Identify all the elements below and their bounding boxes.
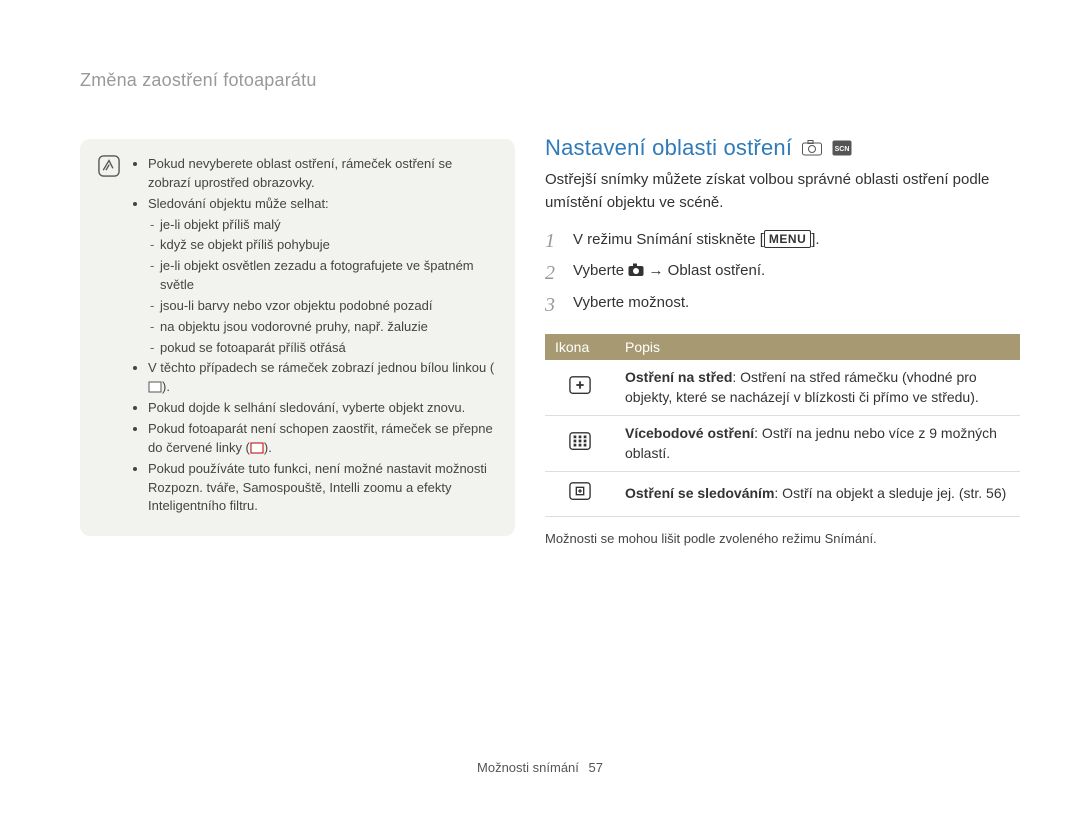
step-2: 2 Vyberte → Oblast ostření.	[545, 262, 1020, 284]
section-heading: Nastavení oblasti ostření	[545, 135, 792, 161]
note-subitem: je-li objekt osvětlen zezadu a fotografu…	[160, 257, 497, 295]
note-subitem: když se objekt příliš pohybuje	[160, 236, 497, 255]
row-title: Vícebodové ostření	[625, 425, 754, 441]
footer-section: Možnosti snímání	[477, 760, 579, 775]
table-row: Ostření na střed: Ostření na střed rámeč…	[545, 360, 1020, 416]
step-1: 1 V režimu Snímání stiskněte [MENU].	[545, 230, 1020, 252]
svg-text:SCN: SCN	[835, 146, 850, 153]
step-3: 3 Vyberte možnost.	[545, 294, 1020, 316]
center-focus-icon	[545, 360, 615, 416]
row-title: Ostření na střed	[625, 369, 732, 385]
row-title: Ostření se sledováním	[625, 485, 774, 501]
frame-white-icon	[148, 381, 162, 393]
page-footer: Možnosti snímání 57	[0, 760, 1080, 775]
note-subitem: jsou-li barvy nebo vzor objektu podobné …	[160, 297, 497, 316]
breadcrumb: Změna zaostření fotoaparátu	[80, 70, 1020, 91]
table-row: Vícebodové ostření: Ostří na jednu nebo …	[545, 416, 1020, 472]
note-item: Pokud fotoaparát není schopen zaostřit, …	[148, 420, 497, 458]
page-number: 57	[589, 760, 603, 775]
note-subitem: pokud se fotoaparát příliš otřásá	[160, 339, 497, 358]
mode-scene-icon: SCN	[832, 140, 852, 156]
notes-body: Pokud nevyberete oblast ostření, rámeček…	[132, 153, 497, 518]
note-item: Pokud nevyberete oblast ostření, rámeček…	[148, 155, 497, 193]
multi-focus-icon	[545, 416, 615, 472]
note-item: Pokud používáte tuto funkci, není možné …	[148, 460, 497, 517]
table-header-icon: Ikona	[545, 334, 615, 360]
table-header-desc: Popis	[615, 334, 1020, 360]
note-subitem: na objektu jsou vodorovné pruhy, např. ž…	[160, 318, 497, 337]
table-row: Ostření se sledováním: Ostří na objekt a…	[545, 472, 1020, 517]
note-subitem: je-li objekt příliš malý	[160, 216, 497, 235]
note-item: V těchto případech se rámeček zobrazí je…	[148, 359, 497, 397]
notes-panel: Pokud nevyberete oblast ostření, rámeček…	[80, 139, 515, 546]
frame-red-icon	[250, 442, 264, 454]
camera-icon	[628, 263, 644, 277]
section-intro: Ostřejší snímky můžete získat volbou spr…	[545, 169, 1020, 214]
tracking-focus-icon	[545, 472, 615, 517]
step-number: 1	[545, 230, 559, 252]
steps-list: 1 V režimu Snímání stiskněte [MENU]. 2 V…	[545, 230, 1020, 316]
focus-options-table: Ikona Popis Ostření na střed: Ostření na…	[545, 334, 1020, 517]
note-item: Sledování objektu může selhat: je-li obj…	[148, 195, 497, 358]
step-number: 3	[545, 294, 559, 316]
step-number: 2	[545, 262, 559, 284]
table-footnote: Možnosti se mohou lišit podle zvoleného …	[545, 531, 1020, 546]
menu-button-label: MENU	[764, 230, 811, 248]
note-item: Pokud dojde k selhání sledování, vyberte…	[148, 399, 497, 418]
mode-program-icon	[802, 140, 822, 156]
note-icon	[98, 155, 120, 177]
